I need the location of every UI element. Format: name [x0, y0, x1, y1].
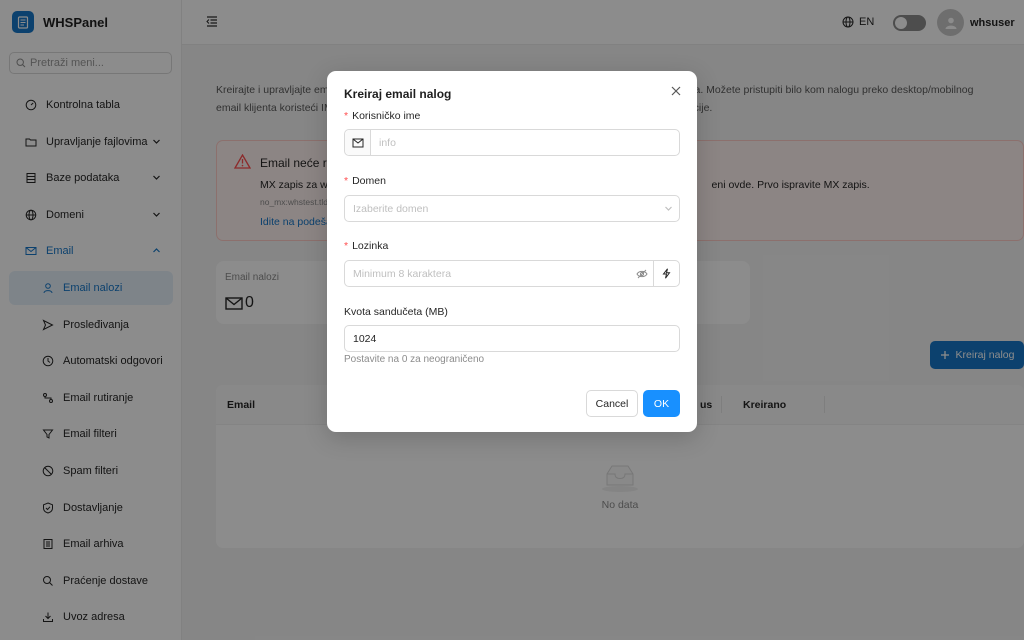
generate-password-button[interactable]	[653, 261, 679, 286]
quota-input[interactable]	[345, 326, 679, 351]
required-mark: *	[344, 240, 349, 252]
cancel-button[interactable]: Cancel	[586, 390, 638, 417]
password-input[interactable]	[345, 261, 631, 286]
username-field[interactable]	[344, 129, 680, 156]
domain-select[interactable]: Izaberite domen	[344, 195, 680, 222]
domain-label-text: Domen	[352, 175, 386, 187]
quota-field[interactable]	[344, 325, 680, 352]
password-label: * Lozinka	[344, 240, 388, 252]
quota-hint: Postavite na 0 za neograničeno	[344, 354, 485, 365]
eye-invisible-icon[interactable]	[631, 269, 653, 279]
username-label: * Korisničko ime	[344, 110, 420, 122]
mail-icon	[345, 130, 371, 155]
create-email-modal: Kreiraj email nalog *Korisničko ime *Dom…	[327, 71, 697, 432]
modal-title: Kreiraj email nalog	[344, 87, 452, 101]
chevron-down-icon	[657, 204, 679, 213]
ok-button[interactable]: OK	[643, 390, 680, 417]
required-mark: *	[344, 110, 349, 122]
password-label-text: Lozinka	[352, 240, 389, 252]
quota-label: Kvota sandučeta (MB)	[344, 306, 448, 318]
close-icon[interactable]	[670, 85, 682, 100]
username-label-text: Korisničko ime	[352, 110, 421, 122]
thunderbolt-icon	[662, 268, 671, 279]
required-mark: *	[344, 175, 349, 187]
domain-select-placeholder: Izaberite domen	[353, 202, 429, 215]
password-field[interactable]	[344, 260, 680, 287]
username-input[interactable]	[371, 130, 679, 155]
domain-label: * Domen	[344, 175, 386, 187]
